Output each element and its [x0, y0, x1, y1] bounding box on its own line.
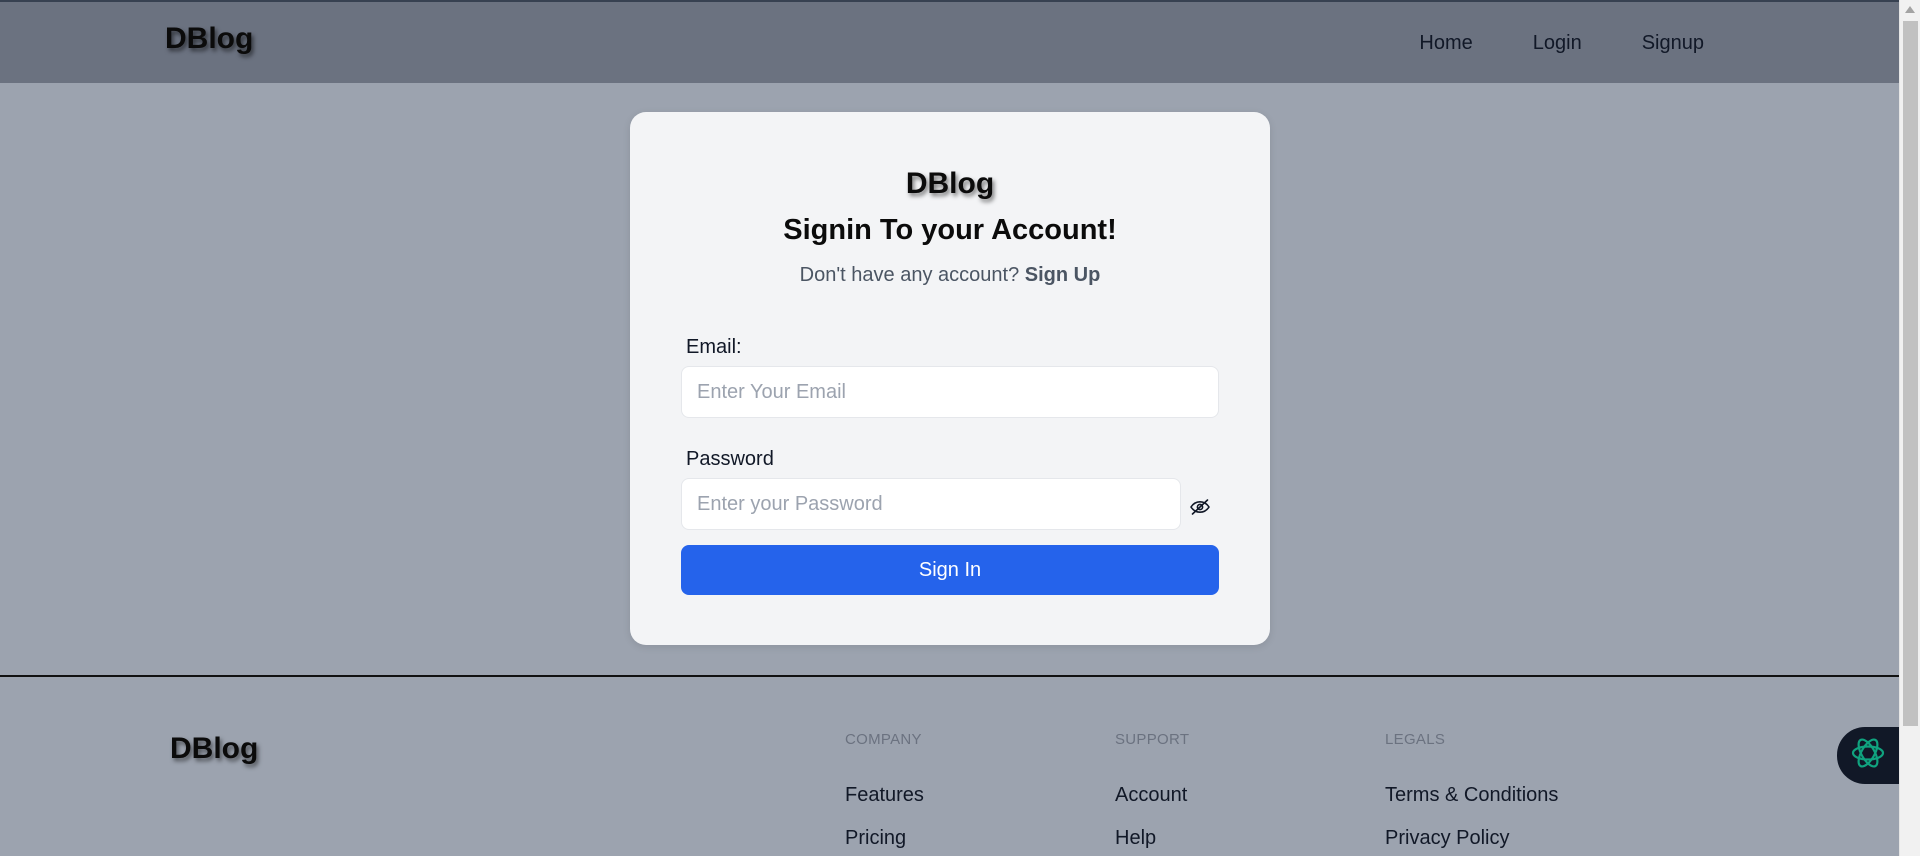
- password-label: Password: [686, 448, 774, 470]
- footer-link-terms[interactable]: Terms & Conditions: [1385, 784, 1645, 807]
- signup-link[interactable]: Sign Up: [1025, 264, 1101, 286]
- email-input[interactable]: [681, 366, 1219, 418]
- nav-link-login[interactable]: Login: [1533, 32, 1582, 55]
- signin-card: DBlog Signin To your Account! Don't have…: [630, 112, 1270, 645]
- signin-button[interactable]: Sign In: [681, 545, 1219, 595]
- password-input[interactable]: [681, 478, 1181, 530]
- footer-col-company: COMPANY Features Pricing: [845, 731, 1105, 850]
- signup-prompt: Don't have any account? Sign Up: [630, 264, 1270, 287]
- nav-link-signup[interactable]: Signup: [1642, 32, 1704, 55]
- signin-title: Signin To your Account!: [783, 214, 1117, 246]
- page-scrollbar[interactable]: [1899, 0, 1920, 856]
- footer-link-account[interactable]: Account: [1115, 784, 1375, 807]
- footer-heading-legals: LEGALS: [1385, 731, 1446, 748]
- footer-heading-support: SUPPORT: [1115, 731, 1190, 748]
- navbar: DBlog Home Login Signup: [0, 0, 1899, 83]
- scroll-up-arrow-icon[interactable]: [1905, 6, 1915, 13]
- nav-link-home[interactable]: Home: [1419, 32, 1472, 55]
- footer-col-legals: LEGALS Terms & Conditions Privacy Policy: [1385, 731, 1645, 850]
- eye-off-icon[interactable]: [1188, 495, 1212, 519]
- footer-link-pricing[interactable]: Pricing: [845, 827, 1105, 850]
- footer-link-features[interactable]: Features: [845, 784, 1105, 807]
- footer-col-support: SUPPORT Account Help: [1115, 731, 1375, 850]
- footer-logo[interactable]: DBlog: [170, 732, 258, 766]
- scroll-thumb[interactable]: [1903, 21, 1918, 726]
- assistant-button[interactable]: [1837, 727, 1899, 784]
- signup-prompt-text: Don't have any account?: [799, 264, 1020, 286]
- nav-links: Home Login Signup: [1419, 32, 1704, 55]
- nav-logo[interactable]: DBlog: [165, 22, 253, 56]
- card-logo: DBlog: [905, 167, 995, 200]
- footer: DBlog COMPANY Features Pricing SUPPORT A…: [0, 675, 1899, 856]
- page: DBlog Home Login Signup DBlog Signin To …: [0, 0, 1899, 856]
- openai-logo-icon: [1848, 733, 1888, 778]
- email-label: Email:: [686, 336, 742, 358]
- footer-link-privacy[interactable]: Privacy Policy: [1385, 827, 1645, 850]
- footer-heading-company: COMPANY: [845, 731, 922, 748]
- footer-link-help[interactable]: Help: [1115, 827, 1375, 850]
